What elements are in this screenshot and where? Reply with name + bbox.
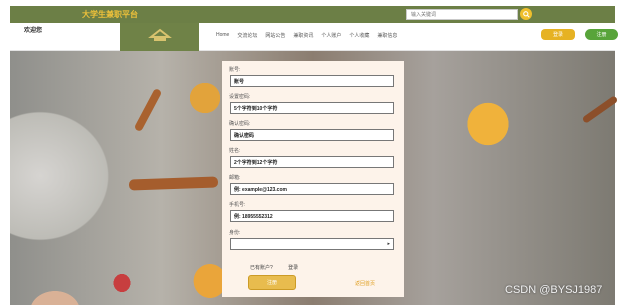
cinnamon-stick (128, 176, 219, 191)
search-button[interactable] (520, 8, 532, 20)
top-bar: 大学生兼职平台 (10, 6, 615, 23)
nav-item-favorites[interactable]: 个人收藏 (349, 32, 369, 39)
phone-input[interactable]: 例: 18955552312 (230, 210, 394, 222)
cinnamon-stick (581, 95, 619, 124)
field-label: 邮箱: (229, 175, 241, 181)
password-input[interactable]: 5个字符到10个字符 (230, 102, 394, 114)
main-nav: Home 交流论坛 网站公告 兼职资讯 个人账户 个人收藏 兼职信息 (216, 32, 397, 39)
nav-item-jobs-info[interactable]: 兼职信息 (377, 32, 397, 39)
welcome-text: 欢迎您 (24, 28, 43, 34)
search-input[interactable] (406, 9, 518, 20)
field-label: 设置密码: (229, 94, 251, 100)
cinnamon-stick (133, 87, 163, 133)
register-form: 账号: 账号 设置密码: 5个字符到10个字符 确认密码: 确认密码 姓名: 2… (222, 61, 404, 297)
watermark: CSDN @BYSJ1987 (505, 284, 603, 296)
site-title: 大学生兼职平台 (82, 10, 138, 19)
field-label: 姓名: (229, 148, 241, 154)
field-label: 账号: (229, 67, 241, 73)
role-select[interactable]: ▸ (230, 238, 394, 250)
name-input[interactable]: 2个字符到12个字符 (230, 156, 394, 168)
login-button[interactable]: 登录 (541, 29, 575, 40)
house-icon (148, 28, 172, 41)
chevron-down-icon: ▸ (387, 241, 390, 247)
brand-logo[interactable] (120, 23, 199, 51)
return-home-link[interactable]: 返回首页 (355, 280, 375, 287)
login-link[interactable]: 登录 (288, 265, 298, 271)
field-label: 确认密码: (229, 121, 251, 127)
search-icon (522, 10, 530, 18)
submit-register-button[interactable]: 注册 (248, 275, 296, 290)
header: 欢迎您 Home 交流论坛 网站公告 兼职资讯 个人账户 个人收藏 兼职信息 登… (10, 23, 618, 51)
login-links: 已有账户? 登录 (250, 264, 312, 271)
field-label: 手机号: (229, 202, 246, 208)
nav-item-account[interactable]: 个人账户 (321, 32, 341, 39)
confirm-password-input[interactable]: 确认密码 (230, 129, 394, 141)
have-account-text: 已有账户? (250, 265, 273, 271)
nav-item-jobs-news[interactable]: 兼职资讯 (293, 32, 313, 39)
register-button[interactable]: 注册 (585, 29, 618, 40)
page: 大学生兼职平台 欢迎您 Home 交流论坛 网站公告 兼职资讯 个人账户 个人收… (0, 0, 636, 305)
account-input[interactable]: 账号 (230, 75, 394, 87)
nav-item-forum[interactable]: 交流论坛 (237, 32, 257, 39)
nav-item-home[interactable]: Home (216, 32, 229, 39)
nav-item-announcements[interactable]: 网站公告 (265, 32, 285, 39)
field-label: 身份: (229, 230, 241, 236)
email-input[interactable]: 例: example@123.com (230, 183, 394, 195)
